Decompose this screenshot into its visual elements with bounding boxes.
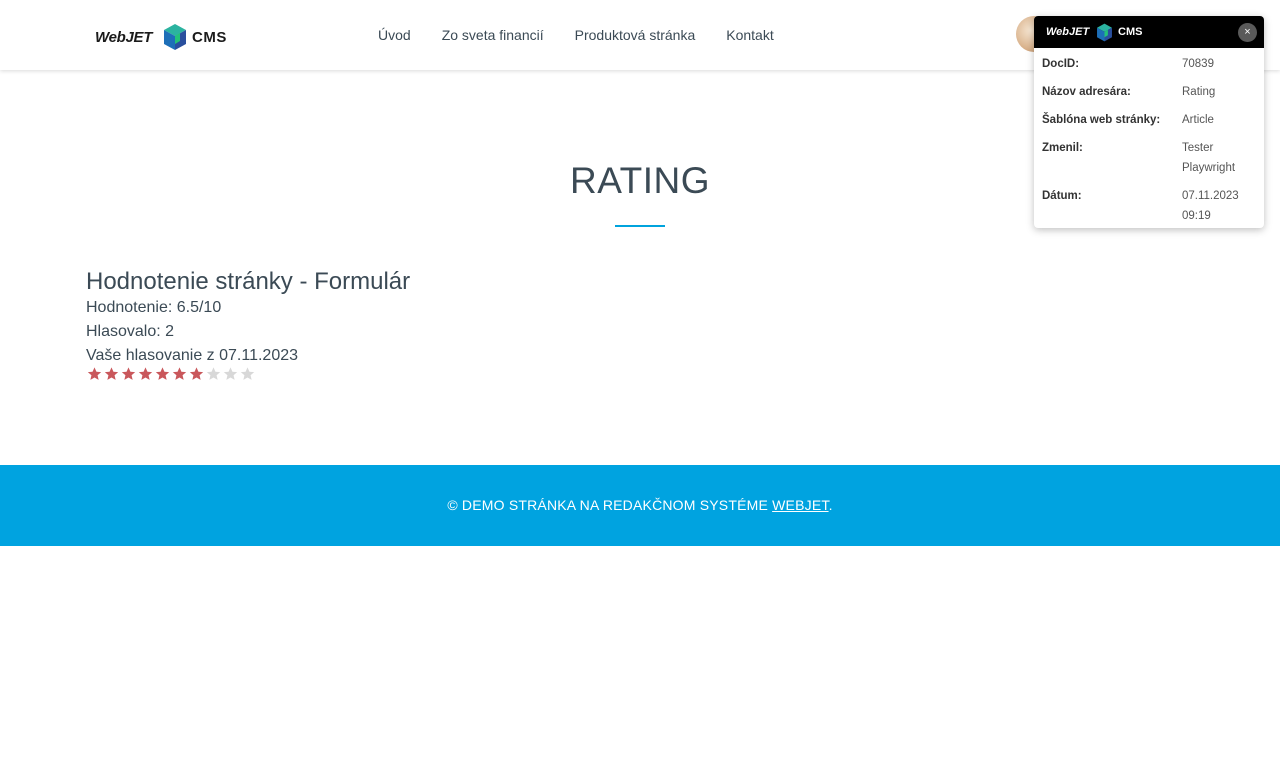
star-icon[interactable] [120, 366, 137, 382]
star-icon[interactable] [137, 366, 154, 382]
title-underline [615, 225, 665, 227]
main-nav: Úvod Zo sveta financií Produktová stránk… [378, 27, 805, 43]
info-row-directory: Názov adresára: Rating [1042, 82, 1256, 102]
star-icon[interactable] [171, 366, 188, 382]
info-row-date: Dátum: 07.11.2023 09:19 [1042, 186, 1256, 226]
logo-text-webjet: WebJET [95, 29, 153, 46]
close-button[interactable]: × [1238, 23, 1257, 42]
logo-text-cms: CMS [192, 29, 227, 46]
info-logo-text-webjet: WebJET [1046, 26, 1090, 38]
nav-item-uvod[interactable]: Úvod [378, 27, 411, 43]
info-label: Šablóna web stránky: [1042, 114, 1161, 126]
logo-cube-icon [164, 24, 186, 50]
rating-your-vote: Vaše hlasovanie z 07.11.2023 [86, 347, 299, 364]
star-icon[interactable] [188, 366, 205, 382]
rating-stars [86, 366, 410, 382]
star-icon[interactable] [222, 366, 239, 382]
info-value: 70839 [1182, 58, 1214, 70]
footer-text: © DEMO STRÁNKA NA REDAKČNOM SYSTÉME [447, 497, 773, 513]
footer-webjet-link[interactable]: WEBJET [772, 497, 828, 513]
info-row-changed-by: Zmenil: Tester Playwright [1042, 138, 1256, 178]
info-panel-logo: WebJET CMS [1046, 23, 1156, 42]
info-value: 07.11.2023 09:19 [1182, 190, 1239, 222]
info-label: Dátum: [1042, 190, 1082, 202]
info-panel-header: WebJET CMS × [1034, 16, 1264, 48]
info-label: DocID: [1042, 58, 1080, 70]
nav-item-produktova-stranka[interactable]: Produktová stránka [575, 27, 696, 43]
star-icon[interactable] [205, 366, 222, 382]
page-info-panel: WebJET CMS × DocID: 70839 Názov adresára… [1034, 16, 1264, 228]
footer-copyright: © DEMO STRÁNKA NA REDAKČNOM SYSTÉME WEBJ… [0, 497, 1280, 513]
star-icon[interactable] [103, 366, 120, 382]
nav-item-kontakt[interactable]: Kontakt [726, 27, 773, 43]
info-label: Názov adresára: [1042, 86, 1131, 98]
rating-form: Hodnotenie stránky - Formulár Hodnotenie… [86, 268, 410, 382]
info-row-template: Šablóna web stránky: Article [1042, 110, 1256, 130]
info-logo-cube-icon [1097, 23, 1112, 42]
info-value: Article [1182, 114, 1214, 126]
info-value: Rating [1182, 86, 1216, 98]
info-row-docid: DocID: 70839 [1042, 54, 1256, 74]
footer-suffix: . [828, 497, 833, 513]
site-footer: © DEMO STRÁNKA NA REDAKČNOM SYSTÉME WEBJ… [0, 465, 1280, 546]
info-logo-text-cms: CMS [1118, 26, 1143, 38]
star-icon[interactable] [154, 366, 171, 382]
info-value: Tester Playwright [1182, 142, 1236, 174]
nav-item-zo-sveta-financii[interactable]: Zo sveta financií [442, 27, 544, 43]
info-panel-rows: DocID: 70839 Názov adresára: Rating Šabl… [1034, 48, 1264, 226]
info-label: Zmenil: [1042, 142, 1083, 154]
star-icon[interactable] [239, 366, 256, 382]
star-icon[interactable] [86, 366, 103, 382]
rating-heading: Hodnotenie stránky - Formulár [86, 268, 411, 295]
webjet-logo[interactable]: WebJET CMS [95, 22, 235, 52]
rating-score: Hodnotenie: 6.5/10 [86, 299, 222, 316]
rating-votes: Hlasovalo: 2 [86, 323, 175, 340]
